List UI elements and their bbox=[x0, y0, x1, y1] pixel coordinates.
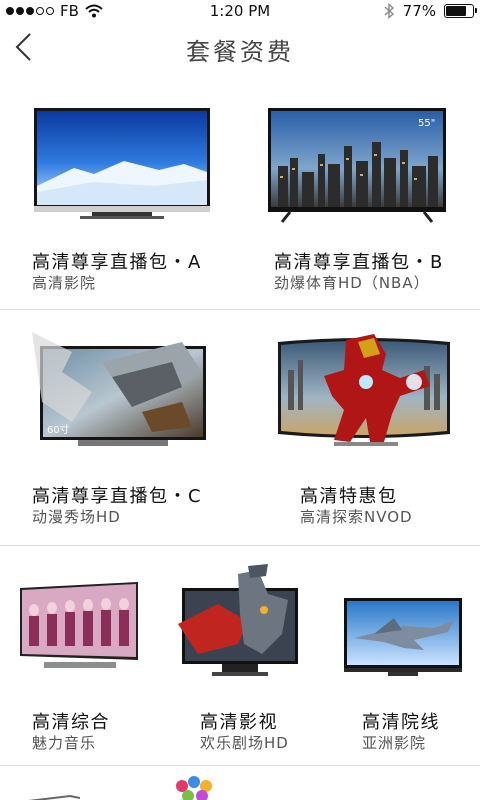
package-row-2: 60寸 高清尊享直播包・C 动漫秀场HD 高清特惠包 高清探索NVOD bbox=[0, 310, 480, 546]
page-title: 套餐资费 bbox=[186, 38, 294, 66]
package-card-e[interactable]: 高清综合 魅力音乐 bbox=[0, 546, 160, 766]
package-name: 高清尊享直播包・B bbox=[274, 252, 444, 273]
tv-image: 55" bbox=[268, 108, 446, 223]
tv-image bbox=[178, 564, 298, 676]
screen-size-label: 60寸 bbox=[47, 423, 70, 436]
package-row-1: 高清尊享直播包・A 高清影院 55" 高清尊享直播包・B 劲爆体育HD（NBA） bbox=[0, 72, 480, 310]
package-subtitle: 高清影院 bbox=[32, 274, 97, 292]
package-name: 高清影视 bbox=[200, 712, 278, 733]
package-card-f[interactable]: 高清影视 欢乐剧场HD bbox=[160, 546, 320, 766]
package-name: 高清尊享直播包・A bbox=[32, 252, 202, 273]
tv-image bbox=[34, 108, 210, 219]
package-name: 高清院线 bbox=[362, 712, 440, 733]
package-subtitle: 魅力音乐 bbox=[32, 734, 97, 752]
package-subtitle: 动漫秀场HD bbox=[32, 508, 121, 526]
package-card-c[interactable]: 60寸 高清尊享直播包・C 动漫秀场HD bbox=[0, 310, 240, 546]
screen-size-label: 55" bbox=[418, 118, 435, 129]
bluetooth-icon bbox=[384, 3, 394, 19]
package-name: 高清特惠包 bbox=[300, 486, 398, 507]
package-row-3: 高清综合 魅力音乐 高清影视 欢乐剧场HD 高清院线 亚洲影院 bbox=[0, 546, 480, 766]
status-right: 77% bbox=[383, 2, 477, 20]
status-bar: FB 1:20 PM 77% bbox=[0, 0, 480, 22]
package-subtitle: 高清探索NVOD bbox=[300, 508, 413, 526]
package-subtitle: 欢乐剧场HD bbox=[200, 734, 289, 752]
tv-image-partial bbox=[28, 794, 80, 800]
tv-image bbox=[344, 598, 462, 676]
tv-image: 60寸 bbox=[32, 332, 206, 446]
package-subtitle: 亚洲影院 bbox=[362, 734, 427, 752]
battery-level bbox=[446, 6, 467, 16]
package-card-a[interactable]: 高清尊享直播包・A 高清影院 bbox=[0, 72, 240, 310]
package-card-b[interactable]: 55" 高清尊享直播包・B 劲爆体育HD（NBA） bbox=[240, 72, 480, 310]
tv-image bbox=[20, 582, 138, 668]
tv-image bbox=[278, 334, 450, 446]
package-name: 高清综合 bbox=[32, 712, 110, 733]
package-subtitle: 劲爆体育HD（NBA） bbox=[274, 274, 430, 292]
battery-icon bbox=[444, 4, 477, 18]
balloons-image-partial bbox=[176, 776, 212, 800]
package-card-g[interactable]: 高清院线 亚洲影院 bbox=[320, 546, 480, 766]
package-name: 高清尊享直播包・C bbox=[32, 486, 203, 507]
package-row-4-partial bbox=[0, 766, 480, 800]
battery-percent: 77% bbox=[402, 2, 436, 20]
nav-bar: 套餐资费 bbox=[0, 22, 480, 72]
package-card-d[interactable]: 高清特惠包 高清探索NVOD bbox=[240, 310, 480, 546]
